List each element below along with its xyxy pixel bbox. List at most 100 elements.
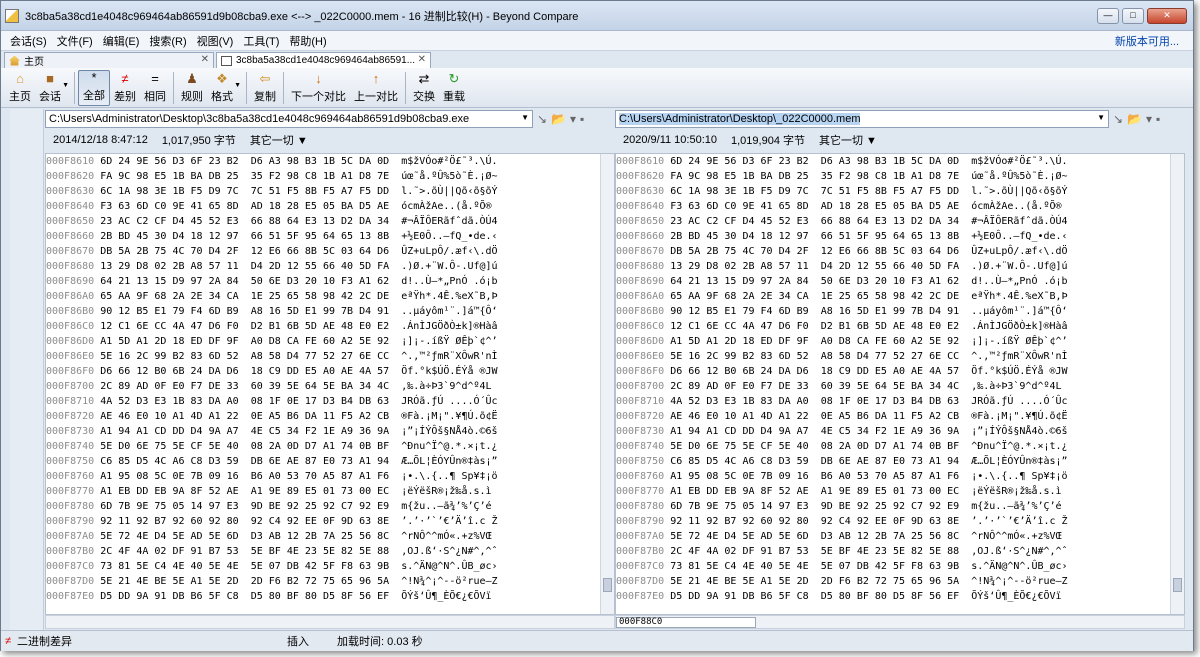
hex-row[interactable]: 000F8630 6C 1A 98 3E 1B F5 D9 7C 7C 51 F… — [616, 184, 1170, 199]
hex-row[interactable]: 000F8610 6D 24 9E 56 D3 6F 23 B2 D6 A3 9… — [616, 154, 1170, 169]
hex-row[interactable]: 000F8730 A1 94 A1 CD DD D4 9A A7 4E C5 3… — [46, 424, 600, 439]
hex-row[interactable]: 000F8700 2C 89 AD 0F E0 F7 DE 33 60 39 5… — [46, 379, 600, 394]
hex-row[interactable]: 000F8640 F3 63 6D C0 9E 41 65 8D AD 18 2… — [46, 199, 600, 214]
left-path-actions[interactable]: ↘📂▾▪ — [537, 112, 588, 126]
tab-compare[interactable]: 3c8ba5a38cd1e4048c969464ab86591... ✕ — [216, 52, 431, 68]
hex-row[interactable]: 000F8780 6D 7B 9E 75 05 14 97 E3 9D BE 9… — [46, 499, 600, 514]
hex-row[interactable]: 000F8790 92 11 92 B7 92 60 92 80 92 C4 9… — [616, 514, 1170, 529]
hex-row[interactable]: 000F8650 23 AC C2 CF D4 45 52 E3 66 88 6… — [46, 214, 600, 229]
hex-row[interactable]: 000F8760 A1 95 08 5C 0E 7B 09 16 B6 A0 5… — [616, 469, 1170, 484]
hex-row[interactable]: 000F8720 AE 46 E0 10 A1 4D A1 22 0E A5 B… — [46, 409, 600, 424]
menu-tools[interactable]: 工具(T) — [238, 33, 284, 49]
hex-row[interactable]: 000F87C0 73 81 5E C4 4E 40 5E 4E 5E 07 D… — [616, 559, 1170, 574]
hex-row[interactable]: 000F8790 92 11 92 B7 92 60 92 80 92 C4 9… — [46, 514, 600, 529]
menu-session[interactable]: 会话(S) — [5, 33, 52, 49]
menu-edit[interactable]: 编辑(E) — [98, 33, 145, 49]
hex-row[interactable]: 000F8750 C6 85 D5 4C A6 C8 D3 59 DB 6E A… — [616, 454, 1170, 469]
session-button[interactable]: ■ 会话 ▼ — [35, 70, 69, 106]
hex-row[interactable]: 000F87B0 2C 4F 4A 02 DF 91 B7 53 5E BF 4… — [616, 544, 1170, 559]
show-diff-button[interactable]: ≠ 差别 — [110, 70, 140, 106]
left-vertical-scrollbar[interactable] — [600, 154, 614, 614]
right-vertical-scrollbar[interactable] — [1170, 154, 1184, 614]
chevron-down-icon[interactable]: ▼ — [521, 113, 529, 122]
hex-row[interactable]: 000F8670 DB 5A 2B 75 4C 70 D4 2F 12 E6 6… — [46, 244, 600, 259]
right-horizontal-scrollbar[interactable]: 000F88C0 — [615, 615, 1185, 629]
hex-row[interactable]: 000F8770 A1 EB DD EB 9A 8F 52 AE A1 9E 8… — [616, 484, 1170, 499]
hex-row[interactable]: 000F8760 A1 95 08 5C 0E 7B 09 16 B6 A0 5… — [46, 469, 600, 484]
tab-close-icon[interactable]: ✕ — [418, 54, 426, 65]
hex-row[interactable]: 000F8660 2B BD 45 30 D4 18 12 97 66 51 5… — [46, 229, 600, 244]
hex-row[interactable]: 000F86E0 5E 16 2C 99 B2 83 6D 52 A8 58 D… — [46, 349, 600, 364]
right-path-input[interactable]: C:\Users\Administrator\Desktop\_022C0000… — [615, 110, 1109, 128]
show-same-button[interactable]: = 相同 — [140, 70, 170, 106]
hex-row[interactable]: 000F8710 4A 52 D3 E3 1B 83 DA A0 08 1F 0… — [616, 394, 1170, 409]
menu-file[interactable]: 文件(F) — [52, 33, 98, 49]
right-filter-dropdown[interactable]: 其它一切 ▼ — [819, 132, 877, 148]
hex-row[interactable]: 000F8700 2C 89 AD 0F E0 F7 DE 33 60 39 5… — [616, 379, 1170, 394]
hex-row[interactable]: 000F86E0 5E 16 2C 99 B2 83 6D 52 A8 58 D… — [616, 349, 1170, 364]
hex-row[interactable]: 000F8650 23 AC C2 CF D4 45 52 E3 66 88 6… — [616, 214, 1170, 229]
hex-row[interactable]: 000F86A0 65 AA 9F 68 2A 2E 34 CA 1E 25 6… — [616, 289, 1170, 304]
left-hex-view[interactable]: 000F8610 6D 24 9E 56 D3 6F 23 B2 D6 A3 9… — [45, 153, 615, 615]
hex-row[interactable]: 000F87E0 D5 DD 9A 91 DB B6 5F C8 D5 80 B… — [616, 589, 1170, 604]
hex-row[interactable]: 000F8610 6D 24 9E 56 D3 6F 23 B2 D6 A3 9… — [46, 154, 600, 169]
hex-row[interactable]: 000F8630 6C 1A 98 3E 1B F5 D9 7C 7C 51 F… — [46, 184, 600, 199]
format-button[interactable]: ❖ 格式 ▼ — [207, 70, 241, 106]
hex-row[interactable]: 000F8730 A1 94 A1 CD DD D4 9A A7 4E C5 3… — [616, 424, 1170, 439]
hex-row[interactable]: 000F8620 FA 9C 98 E5 1B BA DB 25 35 F2 9… — [46, 169, 600, 184]
hex-row[interactable]: 000F87D0 5E 21 4E BE 5E A1 5E 2D 2D F6 B… — [616, 574, 1170, 589]
left-path-input[interactable]: C:\Users\Administrator\Desktop\3c8ba5a38… — [45, 110, 533, 128]
minimize-button[interactable]: — — [1097, 7, 1119, 24]
hex-row[interactable]: 000F86B0 90 12 B5 E1 79 F4 6D B9 A8 16 5… — [46, 304, 600, 319]
menu-view[interactable]: 视图(V) — [192, 33, 239, 49]
rules-button[interactable]: ♟ 规则 — [177, 70, 207, 106]
hex-row[interactable]: 000F8660 2B BD 45 30 D4 18 12 97 66 51 5… — [616, 229, 1170, 244]
hex-row[interactable]: 000F87E0 D5 DD 9A 91 DB B6 5F C8 D5 80 B… — [46, 589, 600, 604]
swap-button[interactable]: ⇄ 交换 — [409, 70, 439, 106]
menu-search[interactable]: 搜索(R) — [144, 33, 191, 49]
hex-row[interactable]: 000F8680 13 29 D8 02 2B A8 57 11 D4 2D 1… — [616, 259, 1170, 274]
hex-row[interactable]: 000F8620 FA 9C 98 E5 1B BA DB 25 35 F2 9… — [616, 169, 1170, 184]
hex-row[interactable]: 000F87A0 5E 72 4E D4 5E AD 5E 6D D3 AB 1… — [46, 529, 600, 544]
hex-row[interactable]: 000F86C0 12 C1 6E CC 4A 47 D6 F0 D2 B1 6… — [46, 319, 600, 334]
hex-row[interactable]: 000F87D0 5E 21 4E BE 5E A1 5E 2D 2D F6 B… — [46, 574, 600, 589]
reload-button[interactable]: ↻ 重载 — [439, 70, 469, 106]
copy-button[interactable]: ⇦ 复制 — [250, 70, 280, 106]
tab-close-icon[interactable]: ✕ — [201, 54, 209, 65]
hex-row[interactable]: 000F8720 AE 46 E0 10 A1 4D A1 22 0E A5 B… — [616, 409, 1170, 424]
prev-diff-button[interactable]: ↑ 上一对比 — [350, 70, 402, 106]
hex-row[interactable]: 000F8640 F3 63 6D C0 9E 41 65 8D AD 18 2… — [616, 199, 1170, 214]
hex-row[interactable]: 000F8750 C6 85 D5 4C A6 C8 D3 59 DB 6E A… — [46, 454, 600, 469]
maximize-button[interactable]: □ — [1122, 7, 1144, 24]
address-box[interactable]: 000F88C0 — [616, 617, 756, 628]
hex-row[interactable]: 000F87C0 73 81 5E C4 4E 40 5E 4E 5E 07 D… — [46, 559, 600, 574]
hex-row[interactable]: 000F8670 DB 5A 2B 75 4C 70 D4 2F 12 E6 6… — [616, 244, 1170, 259]
hex-row[interactable]: 000F86C0 12 C1 6E CC 4A 47 D6 F0 D2 B1 6… — [616, 319, 1170, 334]
menu-help[interactable]: 帮助(H) — [284, 33, 331, 49]
hex-row[interactable]: 000F8710 4A 52 D3 E3 1B 83 DA A0 08 1F 0… — [46, 394, 600, 409]
new-version-link[interactable]: 新版本可用... — [1115, 33, 1179, 49]
hex-row[interactable]: 000F8740 5E D0 6E 75 5E CF 5E 40 08 2A 0… — [616, 439, 1170, 454]
hex-row[interactable]: 000F8770 A1 EB DD EB 9A 8F 52 AE A1 9E 8… — [46, 484, 600, 499]
hex-row[interactable]: 000F86A0 65 AA 9F 68 2A 2E 34 CA 1E 25 6… — [46, 289, 600, 304]
tab-home[interactable]: 主页 ✕ — [4, 52, 214, 68]
hex-row[interactable]: 000F8780 6D 7B 9E 75 05 14 97 E3 9D BE 9… — [616, 499, 1170, 514]
hex-row[interactable]: 000F87A0 5E 72 4E D4 5E AD 5E 6D D3 AB 1… — [616, 529, 1170, 544]
right-hex-view[interactable]: 000F8610 6D 24 9E 56 D3 6F 23 B2 D6 A3 9… — [615, 153, 1185, 615]
scroll-thumb[interactable] — [1173, 578, 1182, 592]
hex-row[interactable]: 000F8690 64 21 13 15 D9 97 2A 84 50 6E D… — [46, 274, 600, 289]
hex-row[interactable]: 000F86D0 A1 5D A1 2D 18 ED DF 9F A0 D8 C… — [46, 334, 600, 349]
hex-row[interactable]: 000F8740 5E D0 6E 75 5E CF 5E 40 08 2A 0… — [46, 439, 600, 454]
home-button[interactable]: ⌂ 主页 — [5, 70, 35, 106]
scroll-thumb[interactable] — [603, 578, 612, 592]
right-path-actions[interactable]: ↘📂▾▪ — [1113, 112, 1164, 126]
show-all-button[interactable]: * 全部 — [78, 69, 110, 106]
left-horizontal-scrollbar[interactable] — [45, 615, 615, 629]
hex-row[interactable]: 000F86F0 D6 66 12 B0 6B 24 DA D6 18 C9 D… — [616, 364, 1170, 379]
left-filter-dropdown[interactable]: 其它一切 ▼ — [250, 132, 308, 148]
hex-row[interactable]: 000F86B0 90 12 B5 E1 79 F4 6D B9 A8 16 5… — [616, 304, 1170, 319]
hex-row[interactable]: 000F86D0 A1 5D A1 2D 18 ED DF 9F A0 D8 C… — [616, 334, 1170, 349]
hex-row[interactable]: 000F87B0 2C 4F 4A 02 DF 91 B7 53 5E BF 4… — [46, 544, 600, 559]
next-diff-button[interactable]: ↓ 下一个对比 — [287, 70, 350, 106]
hex-row[interactable]: 000F86F0 D6 66 12 B0 6B 24 DA D6 18 C9 D… — [46, 364, 600, 379]
